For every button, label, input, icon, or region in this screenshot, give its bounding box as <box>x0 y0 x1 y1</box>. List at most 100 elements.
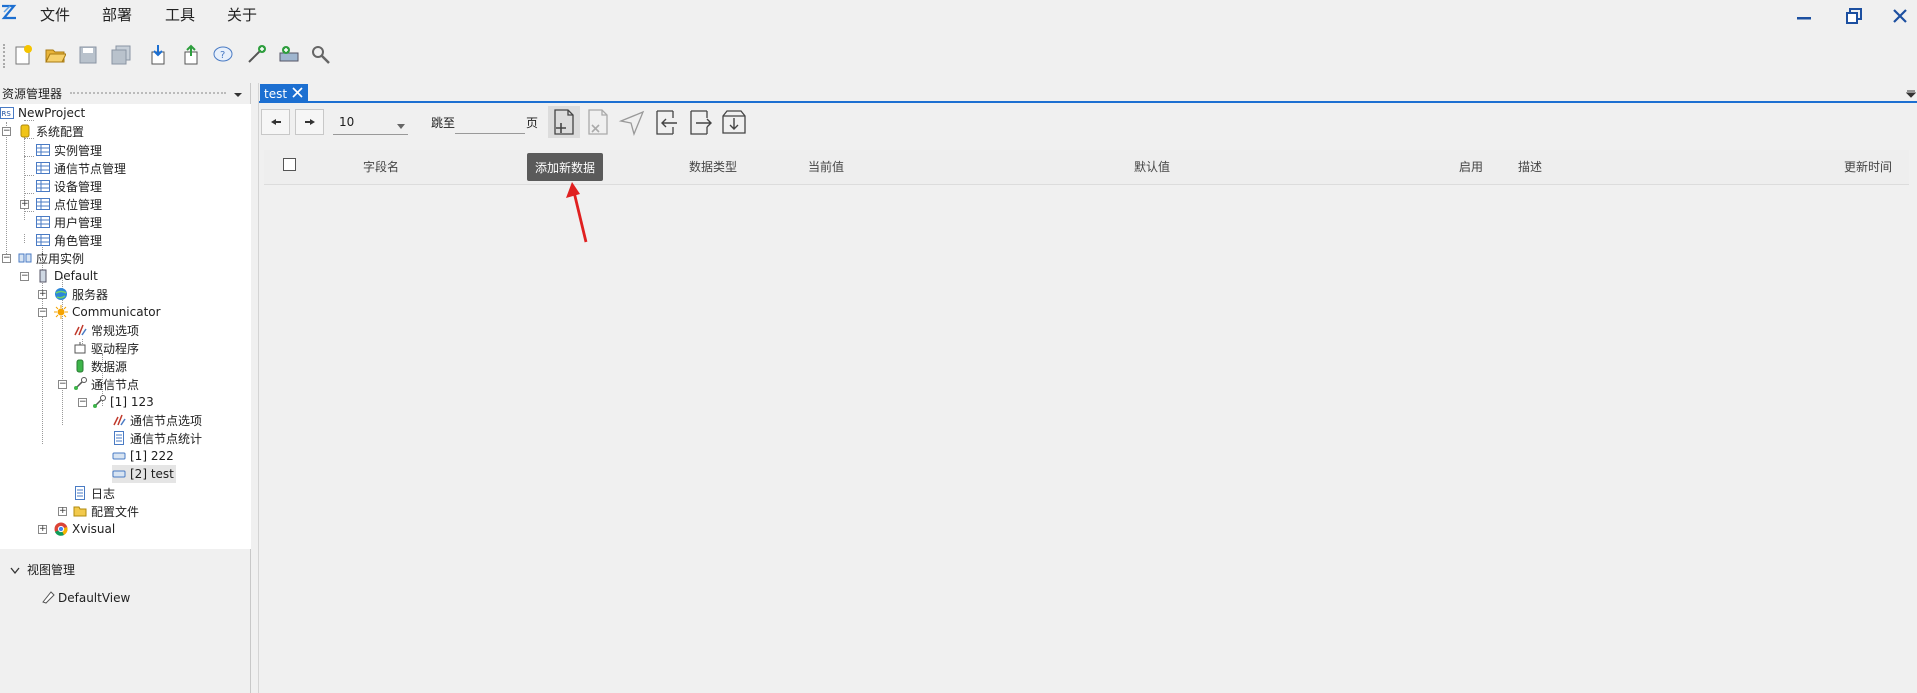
column-header-update-time[interactable]: 更新时间 <box>1844 158 1892 175</box>
add-data-tooltip: 添加新数据 <box>527 153 603 181</box>
tree-label-node-stats: 通信节点统计 <box>130 431 203 446</box>
document-area <box>259 104 1917 693</box>
tree-item-node-options[interactable]: 通信节点选项 <box>112 411 202 429</box>
toolbar-grip[interactable] <box>3 44 5 68</box>
expand-xvisual[interactable]: + <box>38 525 47 534</box>
page-suffix-label: 页 <box>526 116 539 130</box>
view-item-default[interactable]: DefaultView <box>58 591 130 605</box>
collapse-comm-node[interactable]: − <box>58 380 67 389</box>
download-box-button[interactable] <box>718 106 750 138</box>
send-button[interactable] <box>616 106 648 138</box>
collapse-system-config[interactable]: − <box>2 127 11 136</box>
tree-item-node-stats[interactable]: 通信节点统计 <box>112 429 202 447</box>
expand-server[interactable]: + <box>38 290 47 299</box>
tree-item-role-mgmt[interactable]: 角色管理 <box>36 231 102 249</box>
collapse-app-instance[interactable]: − <box>2 254 11 263</box>
collapse-default[interactable]: − <box>20 272 29 281</box>
tree-item-xvisual[interactable]: Xvisual <box>54 520 115 538</box>
tree-label-system-config: 系统配置 <box>36 124 85 139</box>
tree-item-device-test[interactable]: [2] test <box>112 465 176 483</box>
restore-button[interactable] <box>1838 4 1870 28</box>
delete-data-button[interactable] <box>582 106 614 138</box>
collapse-node-123[interactable]: − <box>78 398 87 407</box>
tab-test-label: test <box>264 86 288 101</box>
new-file-icon[interactable] <box>10 42 36 68</box>
settings-tool-icon[interactable] <box>308 42 334 68</box>
device-icon <box>112 467 126 481</box>
column-header-description[interactable]: 描述 <box>1518 158 1542 175</box>
prev-page-button[interactable] <box>261 109 290 135</box>
jump-to-label: 跳至 <box>431 116 456 130</box>
tab-menu-chevron-icon[interactable] <box>1905 87 1917 102</box>
collapse-communicator[interactable]: − <box>38 308 47 317</box>
tree-item-app-instance[interactable]: 应用实例 <box>18 249 84 267</box>
save-all-icon[interactable] <box>108 42 134 68</box>
import-data-button[interactable] <box>650 106 682 138</box>
tree-item-device-mgmt[interactable]: 设备管理 <box>36 177 102 195</box>
open-folder-icon[interactable] <box>42 42 68 68</box>
table-icon <box>36 161 50 175</box>
tree-item-device-222[interactable]: [1] 222 <box>112 447 174 465</box>
tree-item-comm-node[interactable]: 通信节点 <box>73 375 139 393</box>
page-size-select[interactable]: 10 <box>333 109 408 135</box>
tree-item-root[interactable]: RS NewProject <box>0 104 85 122</box>
svg-text:RS: RS <box>2 110 12 118</box>
column-header-data-type[interactable]: 数据类型 <box>689 158 737 175</box>
tree-item-server[interactable]: 服务器 <box>54 285 108 303</box>
tree-label-default: Default <box>54 269 98 283</box>
expand-config-files[interactable]: + <box>58 507 67 516</box>
help-icon[interactable]: ? <box>210 42 236 68</box>
tree-item-comm-node-mgmt[interactable]: 通信节点管理 <box>36 159 126 177</box>
import-icon[interactable] <box>145 42 171 68</box>
chevron-down-icon[interactable] <box>10 564 20 579</box>
tree-item-instance-mgmt[interactable]: 实例管理 <box>36 141 102 159</box>
menu-tools[interactable]: 工具 <box>165 4 195 25</box>
tree-item-config-files[interactable]: 配置文件 <box>73 502 139 520</box>
tree-label-root: NewProject <box>18 106 86 120</box>
close-window-button[interactable] <box>1884 4 1916 28</box>
view-manager-title: 视图管理 <box>27 563 76 577</box>
tree-item-log[interactable]: 日志 <box>73 484 115 502</box>
tab-test[interactable]: test <box>260 84 308 103</box>
tree-item-system-config[interactable]: 系统配置 <box>18 122 84 140</box>
tree-item-node-123[interactable]: [1] 123 <box>92 393 154 411</box>
tree-label-role-mgmt: 角色管理 <box>54 233 103 248</box>
menu-about[interactable]: 关于 <box>227 4 257 25</box>
tree-item-driver[interactable]: 驱动程序 <box>73 339 139 357</box>
add-data-button[interactable] <box>548 106 580 138</box>
tree-item-communicator[interactable]: Communicator <box>54 303 161 321</box>
column-header-enabled[interactable]: 启用 <box>1459 158 1483 175</box>
view-manager-panel: 视图管理 DefaultView <box>0 560 251 693</box>
column-header-default-value[interactable]: 默认值 <box>1134 158 1170 175</box>
tree-item-user-mgmt[interactable]: 用户管理 <box>36 213 102 231</box>
sun-icon <box>54 305 68 319</box>
next-page-button[interactable] <box>295 109 324 135</box>
tree-item-default[interactable]: Default <box>36 267 98 285</box>
export-icon[interactable] <box>178 42 204 68</box>
tree-item-general-options[interactable]: 常规选项 <box>73 321 139 339</box>
jump-page-input[interactable] <box>455 110 525 134</box>
tree-label-comm-node-mgmt: 通信节点管理 <box>54 161 127 176</box>
menu-file[interactable]: 文件 <box>40 4 70 25</box>
chevron-down-icon[interactable] <box>233 88 243 103</box>
minimize-button[interactable] <box>1788 4 1820 28</box>
annotation-arrow <box>566 182 588 243</box>
tree-label-datasource: 数据源 <box>91 359 128 374</box>
expand-point-mgmt[interactable]: + <box>20 200 29 209</box>
close-icon[interactable] <box>292 87 303 101</box>
svg-text:?: ? <box>220 50 225 61</box>
project-icon: RS <box>0 106 14 120</box>
add-node-icon[interactable] <box>243 42 269 68</box>
tree-item-datasource[interactable]: 数据源 <box>73 357 127 375</box>
menu-deploy[interactable]: 部署 <box>102 4 132 25</box>
add-device-icon[interactable] <box>276 42 302 68</box>
panel-splitter[interactable] <box>251 83 259 693</box>
save-icon[interactable] <box>75 42 101 68</box>
select-all-checkbox[interactable] <box>283 158 296 171</box>
export-data-button[interactable] <box>684 106 716 138</box>
options-icon <box>112 413 126 427</box>
tree-item-point-mgmt[interactable]: 点位管理 <box>36 195 102 213</box>
column-header-current-value[interactable]: 当前值 <box>808 158 844 175</box>
column-header-field-name[interactable]: 字段名 <box>363 158 399 175</box>
document-icon <box>112 431 126 445</box>
